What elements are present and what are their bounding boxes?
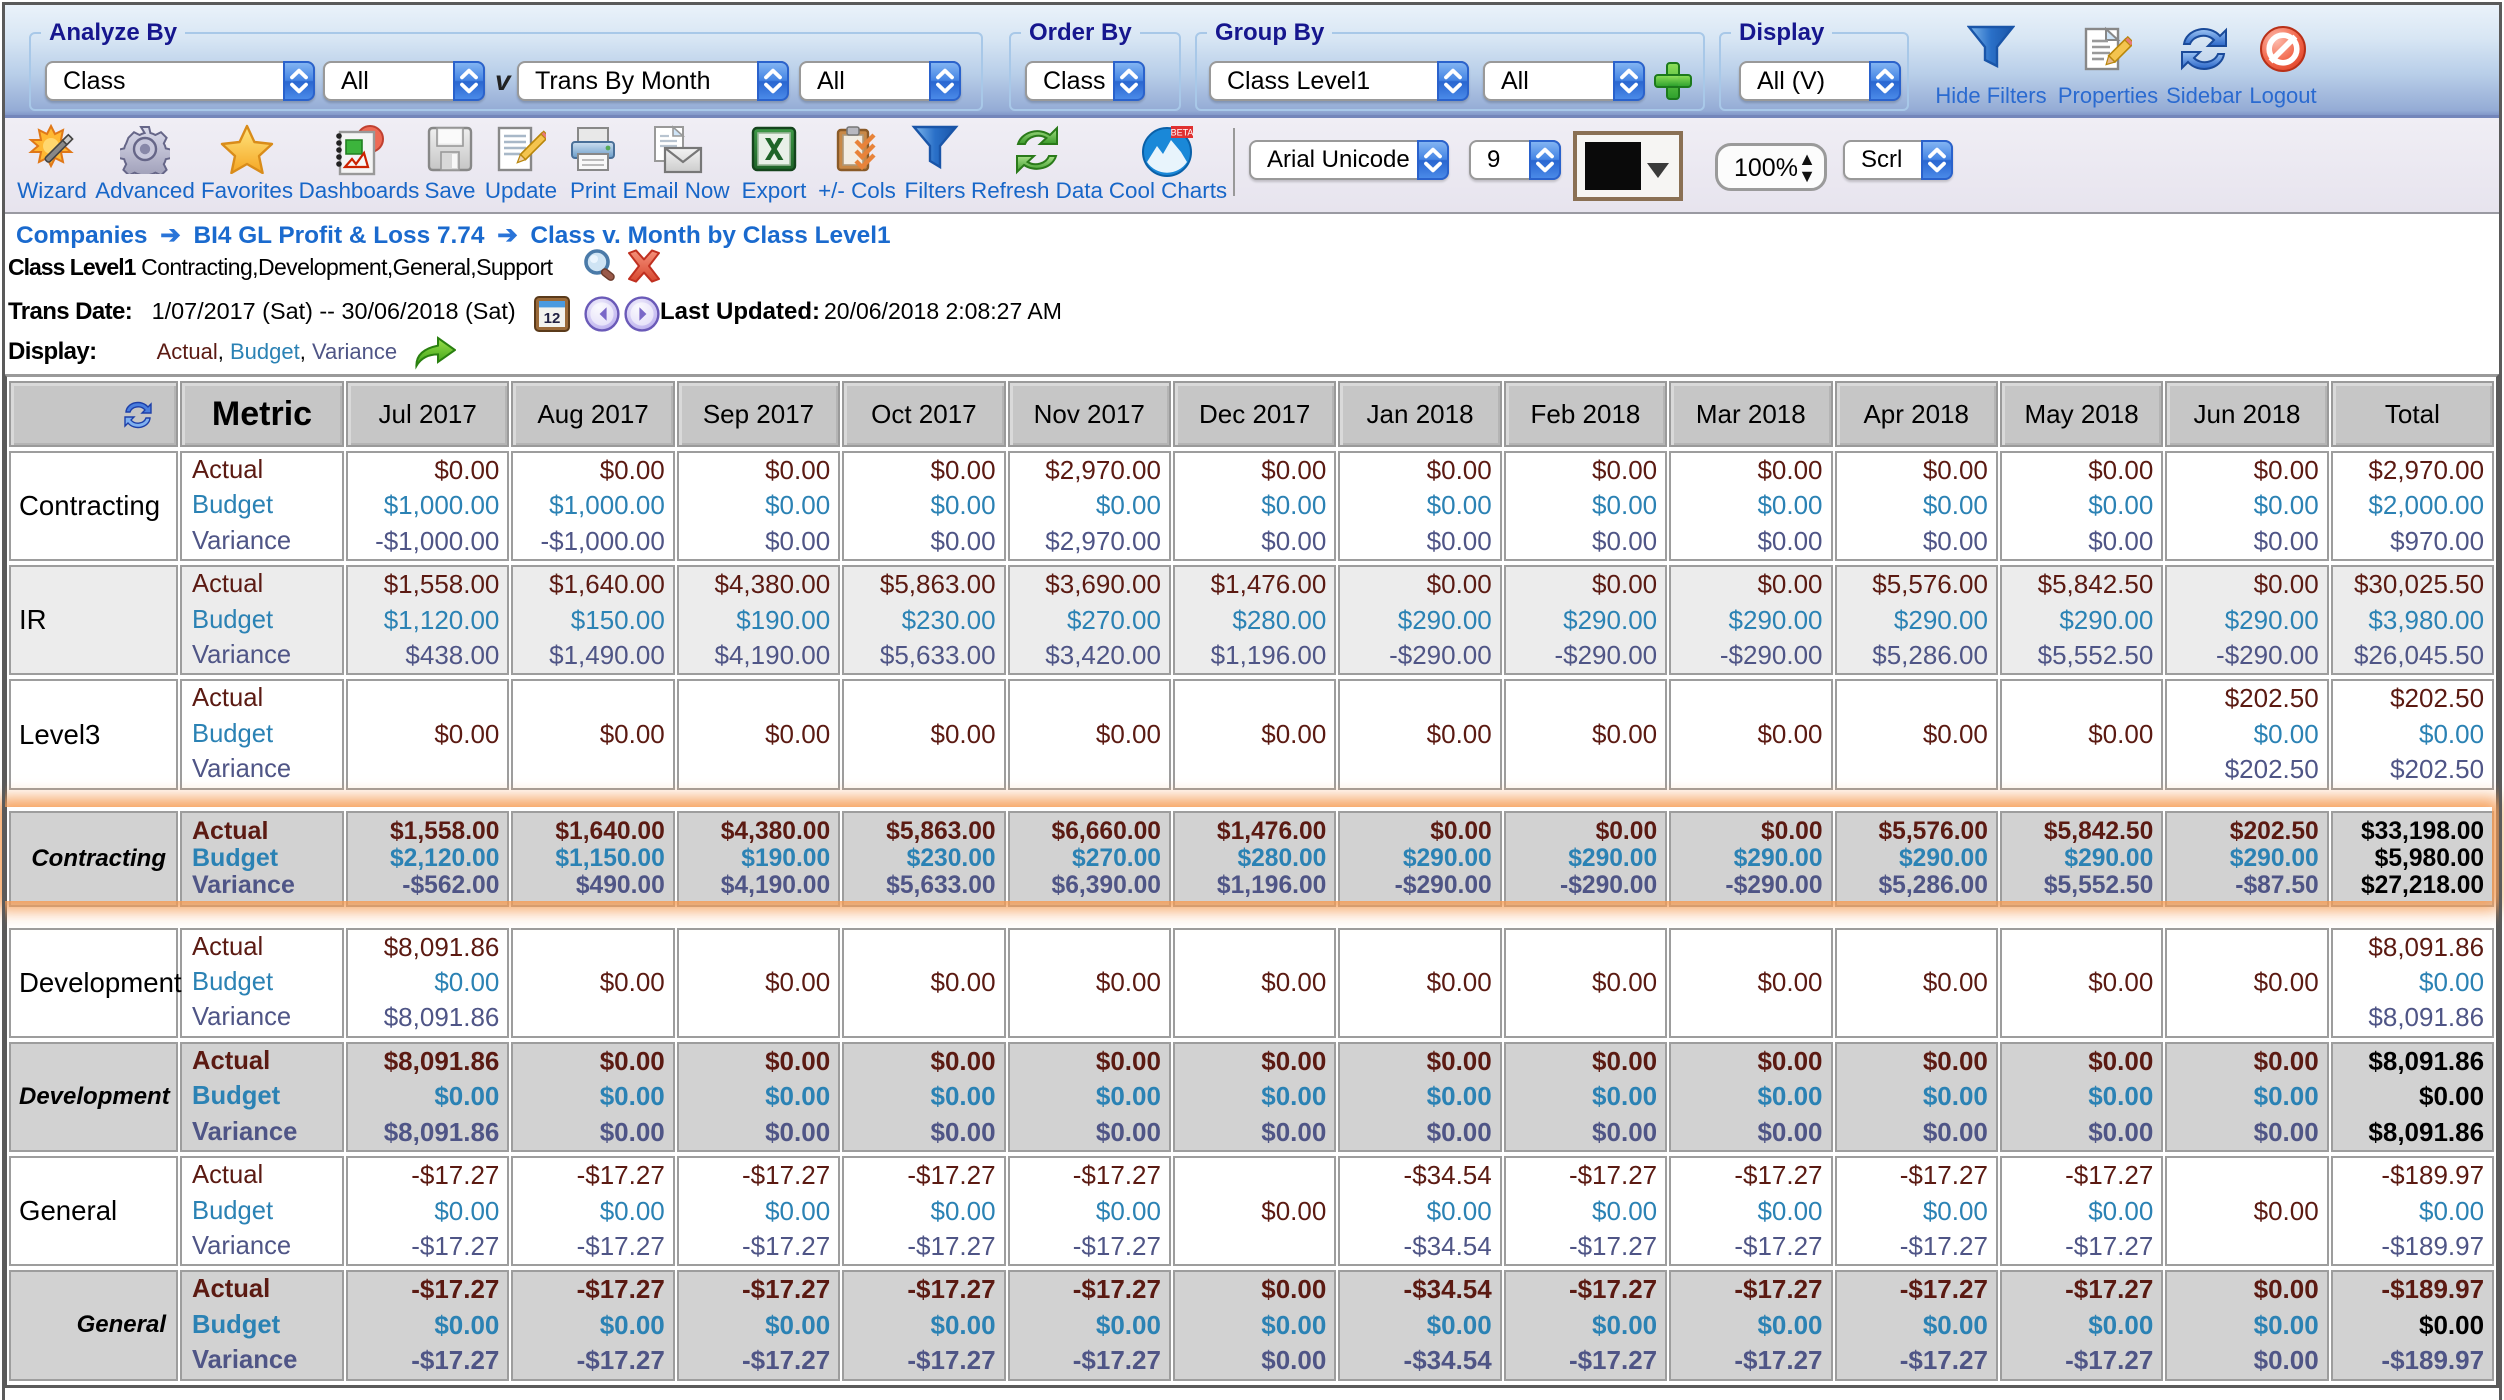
svg-text:BETA: BETA xyxy=(1171,128,1194,138)
svg-text:12: 12 xyxy=(544,310,561,327)
